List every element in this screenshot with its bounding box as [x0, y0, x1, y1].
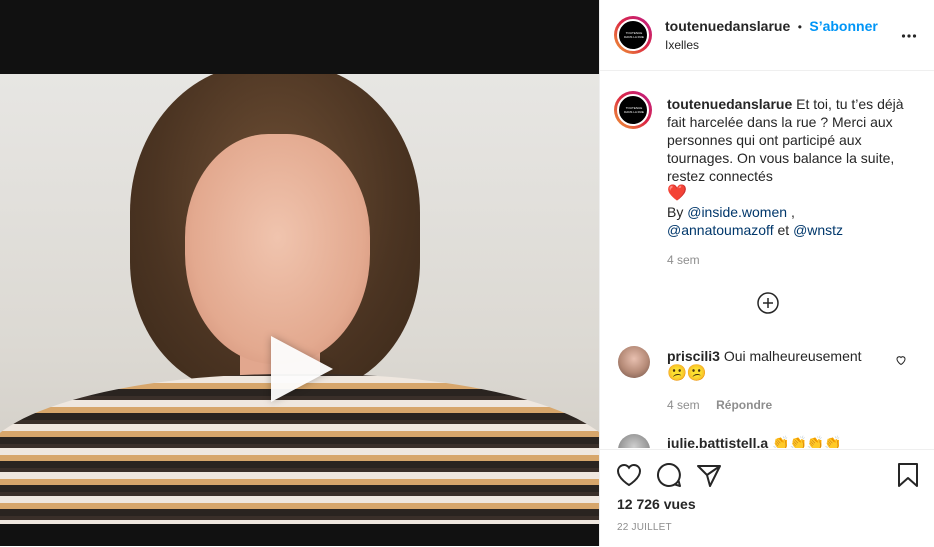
heart-emoji: ❤️ — [667, 185, 687, 202]
view-count[interactable]: 12 726 vues — [617, 496, 696, 512]
video-subject-face — [185, 134, 370, 364]
comment-emoji: 😕😕 — [667, 365, 707, 382]
comment-age[interactable]: 4 sem — [667, 398, 700, 412]
comment-icon[interactable] — [656, 462, 682, 488]
bookmark-icon[interactable] — [897, 462, 919, 488]
follow-button[interactable]: S’abonner — [809, 18, 877, 34]
header-username[interactable]: toutenuedanslarue — [665, 18, 790, 34]
post-date[interactable]: 22 JUILLET — [617, 522, 672, 533]
comment-avatar[interactable] — [618, 346, 650, 378]
action-bar: 12 726 vues 22 JUILLET — [600, 449, 934, 547]
heart-icon[interactable] — [616, 463, 642, 487]
mention-wnstz[interactable]: @wnstz — [793, 222, 843, 238]
post-panel: TOUTENUE DANS LA RUE toutenuedanslarue •… — [599, 0, 934, 546]
comment-emoji: 👏👏👏👏 — [772, 435, 842, 448]
post-header: TOUTENUE DANS LA RUE toutenuedanslarue •… — [600, 0, 934, 71]
mention-inside-women[interactable]: @inside.women — [687, 204, 787, 220]
comment-avatar[interactable] — [618, 434, 650, 448]
header-dot-separator: • — [797, 20, 802, 34]
plus-circle-icon[interactable] — [757, 292, 779, 314]
credits-separator-comma: , — [790, 204, 795, 220]
location-link[interactable]: Ixelles — [665, 38, 699, 52]
credits-separator-et: et — [777, 222, 790, 238]
play-icon[interactable] — [271, 336, 333, 402]
caption-avatar-logo-text: TOUTENUE DANS LA RUE — [624, 106, 644, 114]
avatar[interactable]: TOUTENUE DANS LA RUE — [614, 16, 652, 54]
caption-avatar[interactable]: TOUTENUE DANS LA RUE — [614, 91, 652, 129]
caption: toutenuedanslarue Et toi, tu t’es déjà f… — [667, 95, 907, 269]
comment-text: Oui malheureusement — [723, 348, 862, 364]
paper-plane-icon[interactable] — [696, 462, 722, 488]
avatar-logo-text: TOUTENUE DANS LA RUE — [624, 31, 644, 39]
caption-username[interactable]: toutenuedanslarue — [667, 96, 792, 112]
video-area[interactable] — [0, 0, 599, 546]
comment-username[interactable]: priscili3 — [667, 348, 720, 364]
mention-annatoumazoff[interactable]: @annatoumazoff — [667, 222, 774, 238]
reply-button[interactable]: Répondre — [716, 398, 772, 412]
more-icon[interactable] — [901, 28, 917, 44]
credits-prefix: By — [667, 204, 684, 220]
comment-username[interactable]: julie.battistell.a — [667, 435, 768, 448]
comment-like-icon[interactable] — [895, 354, 907, 366]
caption-age[interactable]: 4 sem — [667, 251, 907, 269]
comments-list[interactable]: priscili3 Oui malheureusement 😕😕 4 sem R… — [600, 330, 934, 448]
video-frame[interactable] — [0, 74, 599, 524]
